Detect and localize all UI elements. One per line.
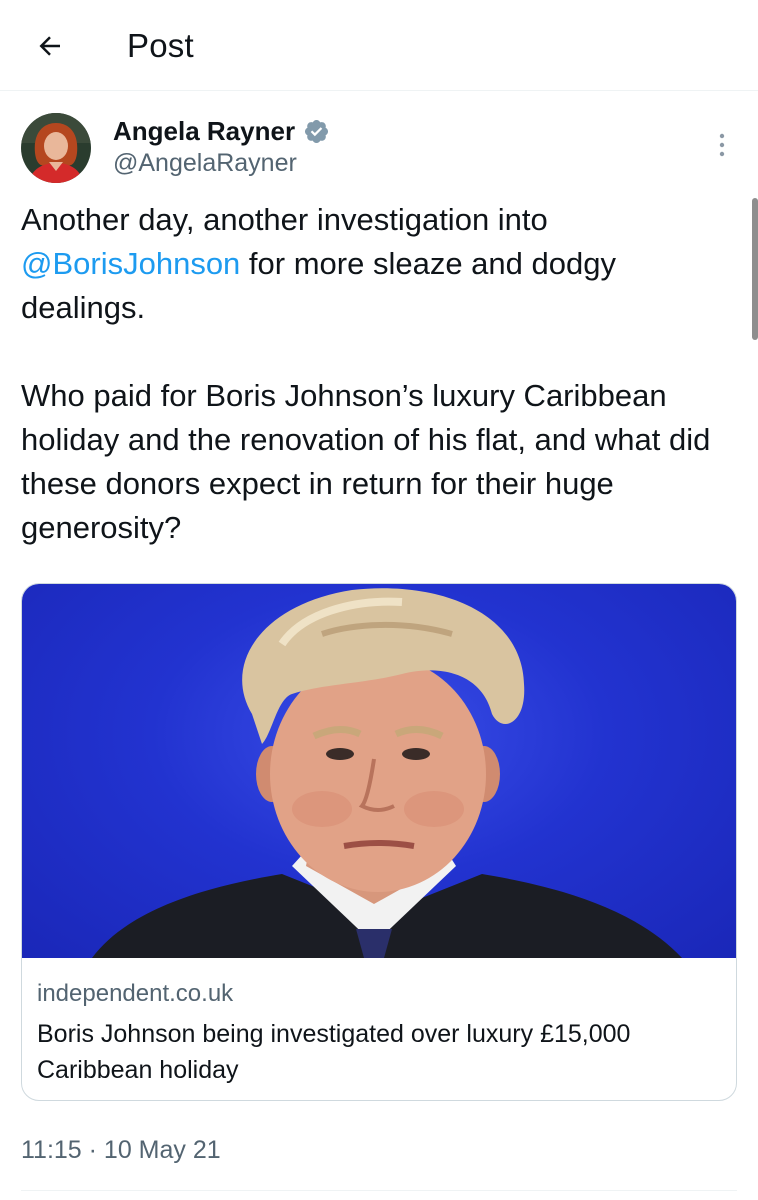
avatar[interactable] [21, 113, 91, 183]
post-timestamp[interactable]: 11:15 · 10 May 21 [21, 1136, 221, 1165]
card-title: Boris Johnson being investigated over lu… [37, 1020, 631, 1084]
mention-link[interactable]: @BorisJohnson [21, 246, 240, 281]
tweet-paragraph-2: Who paid for Boris Johnson’s luxury Cari… [21, 378, 711, 545]
divider [21, 1190, 737, 1191]
portrait-photo [92, 588, 682, 958]
verified-badge-icon [305, 119, 329, 143]
author-handle[interactable]: @AngelaRayner [113, 149, 297, 178]
author-row: Angela Rayner @AngelaRayner [21, 113, 737, 185]
top-bar: Post [0, 0, 758, 91]
scrollbar[interactable] [752, 198, 758, 340]
card-image [22, 584, 736, 958]
tweet-text-segment: Another day, another investigation into [21, 202, 548, 237]
back-arrow-icon [39, 36, 60, 56]
more-vertical-icon [719, 133, 725, 157]
tweet-text: Another day, another investigation into … [21, 198, 743, 550]
link-preview-card[interactable]: independent.co.uk Boris Johnson being in… [21, 583, 737, 1101]
avatar-image [21, 113, 91, 183]
back-button[interactable] [26, 22, 74, 70]
tweet-paragraph-1: Another day, another investigation into … [21, 198, 743, 330]
more-options-button[interactable] [707, 125, 737, 165]
page-title: Post [127, 27, 194, 64]
card-domain: independent.co.uk [37, 980, 234, 1007]
author-name[interactable]: Angela Rayner [113, 116, 295, 147]
